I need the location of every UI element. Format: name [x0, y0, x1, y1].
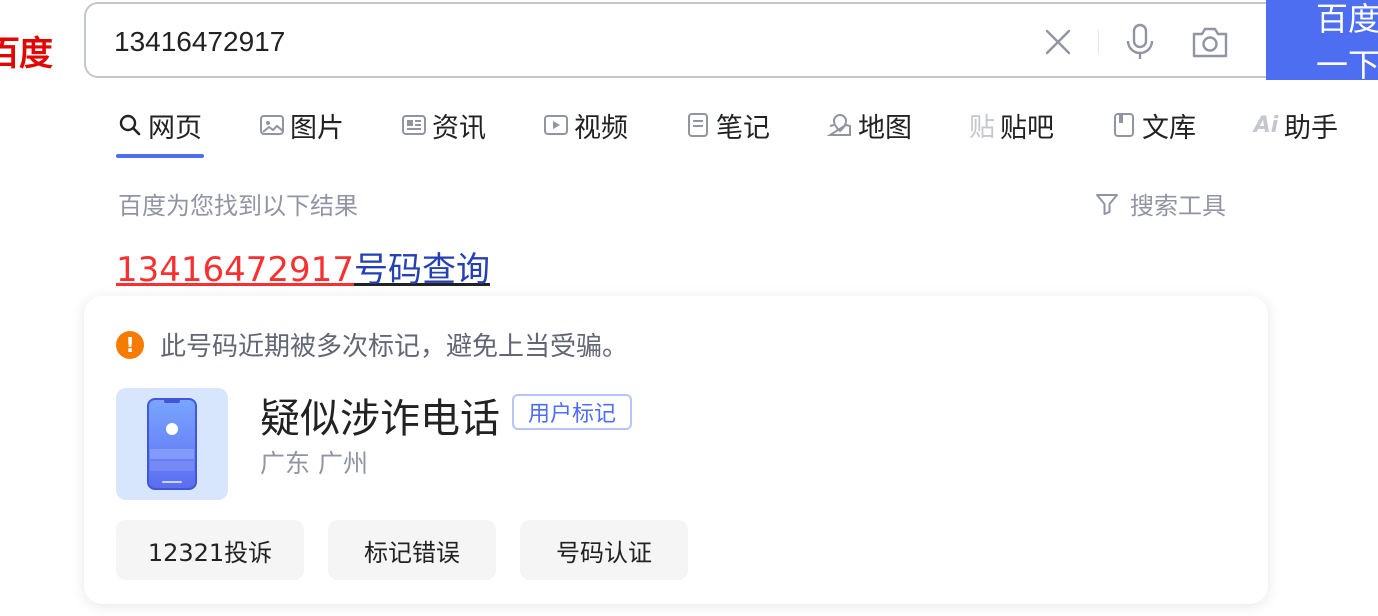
tab-tieba[interactable]: 贴 贴吧	[968, 100, 1054, 150]
tab-notes[interactable]: 笔记	[684, 100, 770, 150]
tab-label: 图片	[290, 112, 344, 144]
camera-icon[interactable]	[1188, 20, 1232, 64]
search-input[interactable]	[114, 22, 914, 62]
tab-map[interactable]: 地图	[826, 100, 912, 150]
warning-text: 此号码近期被多次标记，避免上当受骗。	[160, 332, 629, 362]
tab-video[interactable]: 视频	[542, 100, 628, 150]
result-title-link[interactable]: 13416472917号码查询	[116, 242, 490, 291]
user-tag-badge: 用户标记	[512, 394, 633, 430]
news-icon	[400, 111, 428, 139]
search-box-divider	[1098, 30, 1099, 54]
tab-web[interactable]: 网页	[116, 100, 202, 150]
search-icon	[116, 111, 144, 139]
warning-message: ! 此号码近期被多次标记，避免上当受骗。	[116, 326, 628, 363]
search-box	[84, 2, 1274, 78]
result-title-highlight: 13416472917	[116, 250, 354, 290]
number-verify-button[interactable]: 号码认证	[520, 520, 688, 580]
search-tools-button[interactable]: 搜索工具	[1094, 186, 1226, 221]
tab-news[interactable]: 资讯	[400, 100, 486, 150]
note-icon	[684, 111, 712, 139]
warning-icon: !	[116, 330, 144, 359]
image-icon	[258, 111, 286, 139]
tab-label: 笔记	[716, 112, 770, 144]
mark-error-button[interactable]: 标记错误	[328, 520, 496, 580]
map-icon	[826, 111, 854, 139]
tab-label: 贴吧	[1000, 112, 1054, 144]
close-icon[interactable]	[1036, 20, 1080, 64]
result-count: 百度为您找到以下结果	[118, 192, 358, 220]
tab-label: 助手	[1284, 112, 1338, 144]
tab-label: 资讯	[432, 112, 486, 144]
report-12321-button[interactable]: 12321投诉	[116, 520, 304, 580]
tab-label: 网页	[148, 112, 202, 144]
tab-assistant[interactable]: Ai 助手	[1252, 100, 1338, 150]
tab-label: 视频	[574, 112, 628, 144]
phone-icon	[116, 388, 228, 500]
tab-label: 地图	[858, 112, 912, 144]
tieba-icon: 贴	[968, 112, 995, 143]
document-icon	[1110, 111, 1138, 139]
ai-icon: Ai	[1253, 112, 1279, 138]
number-verdict: 疑似涉诈电话	[260, 396, 500, 442]
search-tools-label: 搜索工具	[1130, 192, 1226, 220]
number-location: 广东 广州	[260, 449, 368, 478]
result-title-text: 号码查询	[353, 250, 490, 290]
tab-label: 文库	[1142, 112, 1196, 144]
baidu-logo[interactable]: 百度	[0, 26, 58, 72]
active-tab-indicator	[116, 154, 204, 158]
number-lookup-card: ! 此号码近期被多次标记，避免上当受骗。 疑似涉诈电话 用户标记 广东 广州 1…	[84, 296, 1268, 604]
filter-icon	[1094, 191, 1120, 217]
microphone-icon[interactable]	[1118, 20, 1162, 64]
video-icon	[542, 111, 570, 139]
tab-images[interactable]: 图片	[258, 100, 344, 150]
tab-wenku[interactable]: 文库	[1110, 100, 1196, 150]
search-button[interactable]: 百度一下	[1266, 0, 1378, 84]
